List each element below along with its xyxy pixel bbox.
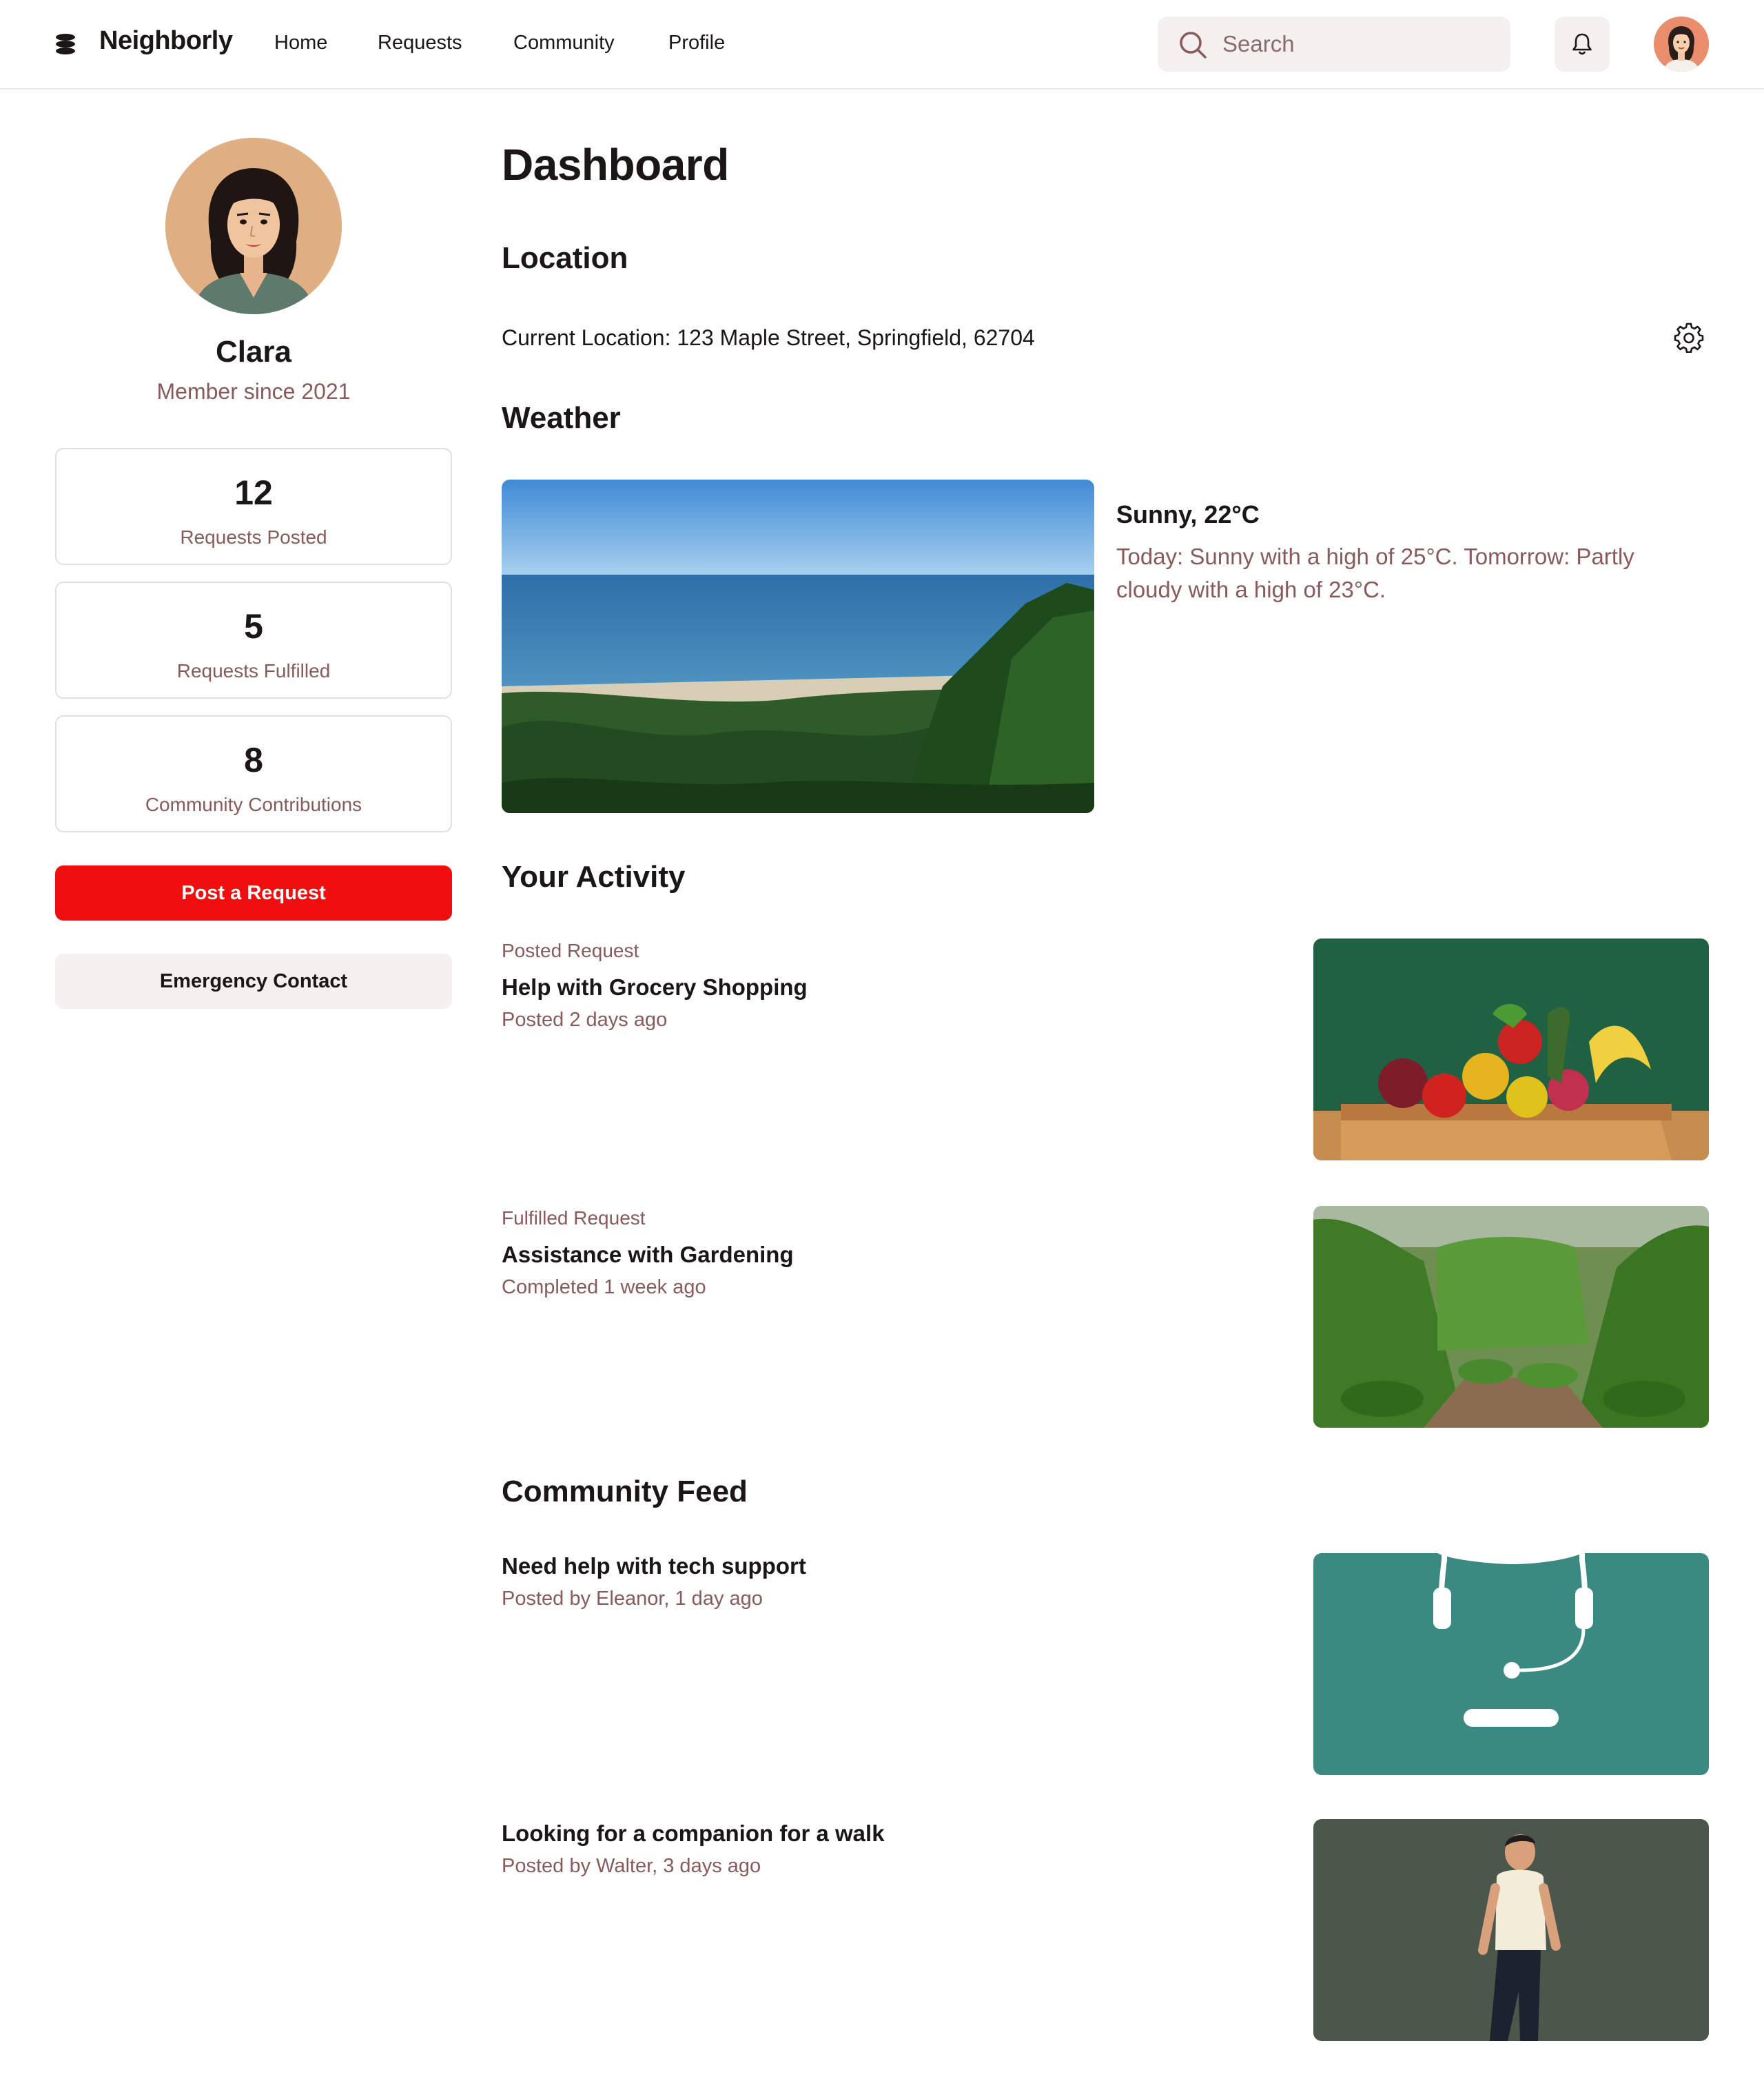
current-location-text: Current Location: 123 Maple Street, Spri… [502,325,1035,350]
profile-avatar [165,138,342,314]
activity-title[interactable]: Help with Grocery Shopping [502,974,808,1001]
profile-illustration [165,138,342,314]
search-icon [1180,32,1207,59]
brand-name[interactable]: Neighborly [99,26,233,56]
gear-icon [1674,322,1704,353]
stat-value: 8 [244,741,263,779]
stat-value: 12 [234,473,273,512]
weather-summary: Sunny, 22°C [1116,500,1260,529]
activity-title[interactable]: Assistance with Gardening [502,1242,794,1268]
user-avatar[interactable] [1654,17,1709,72]
logo-icon[interactable] [55,33,76,55]
weather-image [502,480,1094,813]
feed-meta: Posted by Walter, 3 days ago [502,1855,761,1877]
notifications-button[interactable] [1555,17,1610,72]
tech-support-image[interactable] [1313,1553,1709,1775]
weather-heading: Weather [502,401,621,435]
stat-label: Community Contributions [145,794,362,815]
activity-meta: Posted 2 days ago [502,1009,668,1031]
stat-card-requests-posted: 12 Requests Posted [55,448,452,565]
community-feed-heading: Community Feed [502,1475,748,1508]
walk-companion-image[interactable] [1313,1819,1709,2041]
search-input[interactable] [1222,26,1498,62]
feed-meta: Posted by Eleanor, 1 day ago [502,1588,763,1610]
nav-profile[interactable]: Profile [668,32,725,54]
nav-home[interactable]: Home [274,32,327,54]
stat-label: Requests Fulfilled [176,660,331,681]
activity-heading: Your Activity [502,860,686,894]
garden-image[interactable] [1313,1206,1709,1428]
post-request-button[interactable]: Post a Request [55,865,452,921]
profile-name: Clara [215,335,292,369]
grocery-image[interactable] [1313,939,1709,1160]
search-box[interactable] [1158,17,1510,72]
location-settings-button[interactable] [1673,321,1705,353]
activity-type: Fulfilled Request [502,1207,646,1229]
stat-value: 5 [244,607,263,646]
feed-title[interactable]: Need help with tech support [502,1553,806,1579]
avatar-illustration [1654,17,1709,72]
nav-community[interactable]: Community [513,32,615,54]
page-title: Dashboard [502,140,729,189]
activity-meta: Completed 1 week ago [502,1276,706,1298]
member-since-text: Member since 2021 [156,379,351,404]
stat-card-community-contributions: 8 Community Contributions [55,715,452,832]
stat-label: Requests Posted [180,526,327,548]
top-navigation-bar: Neighborly Home Requests Community Profi… [0,0,1764,90]
bell-icon [1572,33,1592,55]
weather-description: Today: Sunny with a high of 25°C. Tomorr… [1116,544,1634,602]
feed-title[interactable]: Looking for a companion for a walk [502,1821,885,1847]
emergency-contact-button[interactable]: Emergency Contact [55,954,452,1009]
nav-requests[interactable]: Requests [378,32,462,54]
activity-type: Posted Request [502,940,639,961]
location-heading: Location [502,241,628,275]
stat-card-requests-fulfilled: 5 Requests Fulfilled [55,582,452,699]
